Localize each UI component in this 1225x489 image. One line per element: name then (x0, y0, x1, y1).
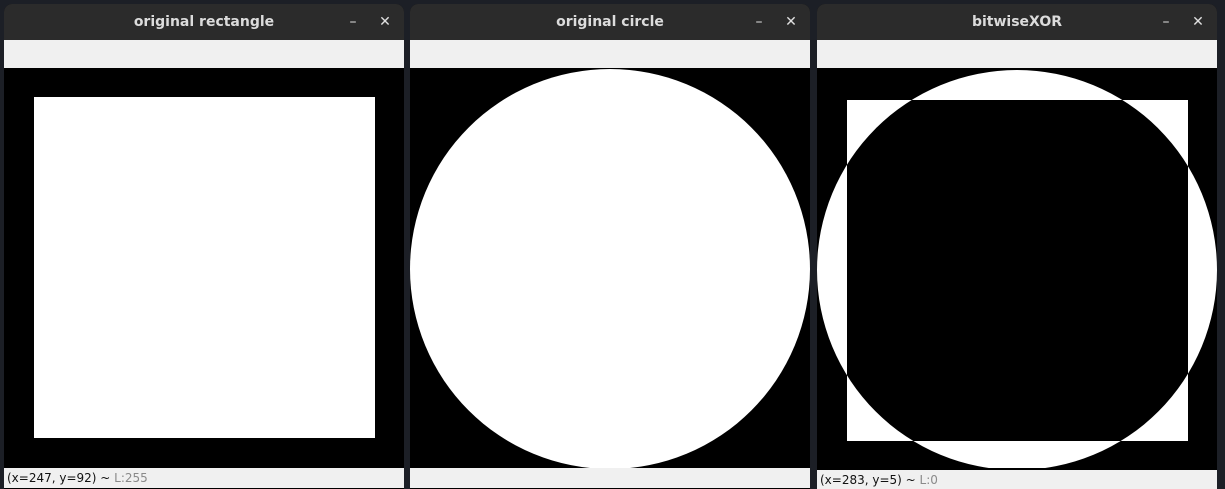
image-canvas[interactable] (817, 68, 1217, 468)
minimize-icon[interactable]: – (342, 4, 364, 40)
image-canvas[interactable] (4, 68, 404, 468)
window-original-rectangle: original rectangle – ✕ (x=247, y=92) ~ L… (4, 4, 404, 489)
status-level: L:0 (919, 473, 938, 487)
minimize-icon[interactable]: – (1155, 4, 1177, 40)
xor-shape (817, 70, 1217, 468)
white-circle (410, 69, 810, 468)
xor-image (817, 70, 1217, 468)
titlebar[interactable]: original rectangle – ✕ (4, 4, 404, 40)
minimize-icon[interactable]: – (748, 4, 770, 40)
close-icon[interactable]: ✕ (1187, 4, 1209, 40)
toolbar (817, 40, 1217, 68)
status-bar: (x=283, y=5) ~ L:0 (817, 470, 1217, 489)
titlebar[interactable]: original circle – ✕ (410, 4, 810, 40)
status-bar (410, 468, 810, 488)
white-rectangle (34, 97, 375, 438)
window-bitwise-xor: bitwiseXOR – ✕ (x=283, y=5) ~ L:0 (817, 4, 1217, 489)
status-coordinates: (x=247, y=92) ~ (7, 471, 115, 485)
close-icon[interactable]: ✕ (374, 4, 396, 40)
window-original-circle: original circle – ✕ (410, 4, 810, 489)
close-icon[interactable]: ✕ (780, 4, 802, 40)
status-coordinates: (x=283, y=5) ~ (820, 473, 920, 487)
status-bar: (x=247, y=92) ~ L:255 (4, 468, 404, 488)
image-canvas[interactable] (410, 68, 810, 468)
titlebar[interactable]: bitwiseXOR – ✕ (817, 4, 1217, 40)
status-level: L:255 (114, 471, 148, 485)
toolbar (4, 40, 404, 68)
toolbar (410, 40, 810, 68)
